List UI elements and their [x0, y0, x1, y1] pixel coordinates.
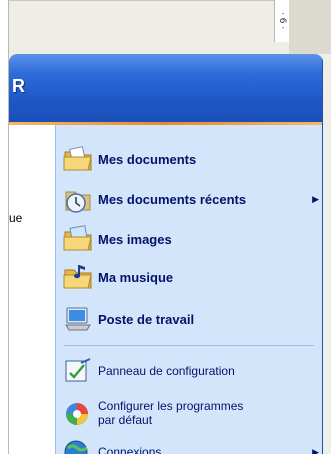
menu-item-connections[interactable]: Connexions ▶: [56, 437, 323, 454]
menu-border: [322, 54, 323, 454]
menu-item-control-panel[interactable]: Panneau de configuration: [56, 353, 323, 389]
menu-separator: [64, 345, 314, 346]
menu-item-label: Connexions: [98, 445, 162, 454]
program-item-label[interactable]: ue: [9, 211, 22, 225]
folder-pictures-icon: [63, 225, 92, 251]
submenu-arrow-icon: ▶: [312, 446, 319, 454]
start-menu: R ue Mes documents Mes documents récents…: [9, 54, 323, 454]
menu-item-label: Ma musique: [98, 269, 174, 285]
folder-documents-icon: [63, 146, 92, 171]
connections-icon: [64, 440, 88, 454]
control-panel-icon: [65, 358, 91, 382]
menu-item-set-default-programs[interactable]: Configurer les programmes par défaut: [56, 393, 323, 433]
menu-item-my-documents[interactable]: Mes documents: [56, 141, 323, 177]
menu-item-my-music[interactable]: Ma musique: [56, 259, 323, 295]
set-default-programs-icon: [66, 403, 88, 425]
ruler: · 6 ·: [274, 0, 290, 42]
menu-item-my-pictures[interactable]: Mes images: [56, 221, 323, 257]
recent-documents-icon: [65, 191, 91, 213]
menu-item-recent-documents[interactable]: Mes documents récents ▶: [56, 181, 323, 217]
programs-column: ue: [9, 125, 56, 454]
background-window-edge: [0, 0, 9, 454]
my-computer-icon: [65, 307, 91, 331]
folder-music-icon: [63, 265, 92, 289]
menu-item-my-computer[interactable]: Poste de travail: [56, 301, 323, 337]
start-menu-header: R: [9, 54, 323, 122]
menu-item-label: Mes documents: [98, 151, 197, 167]
menu-item-label: Panneau de configuration: [98, 364, 235, 378]
menu-item-label: Configurer les programmes par défaut: [98, 399, 243, 427]
menu-item-label: Mes images: [98, 231, 172, 247]
submenu-arrow-icon: ▶: [312, 193, 319, 204]
label-line-1: Configurer les programmes: [98, 399, 244, 413]
menu-item-label: Poste de travail: [98, 311, 195, 327]
background-pane: [289, 0, 331, 54]
user-name: R: [12, 76, 25, 96]
background-document: · 6 ·: [0, 0, 331, 54]
label-line-2: par défaut: [98, 413, 153, 427]
menu-item-label: Mes documents récents: [98, 191, 247, 207]
places-column: Mes documents Mes documents récents ▶ Me…: [56, 125, 323, 454]
